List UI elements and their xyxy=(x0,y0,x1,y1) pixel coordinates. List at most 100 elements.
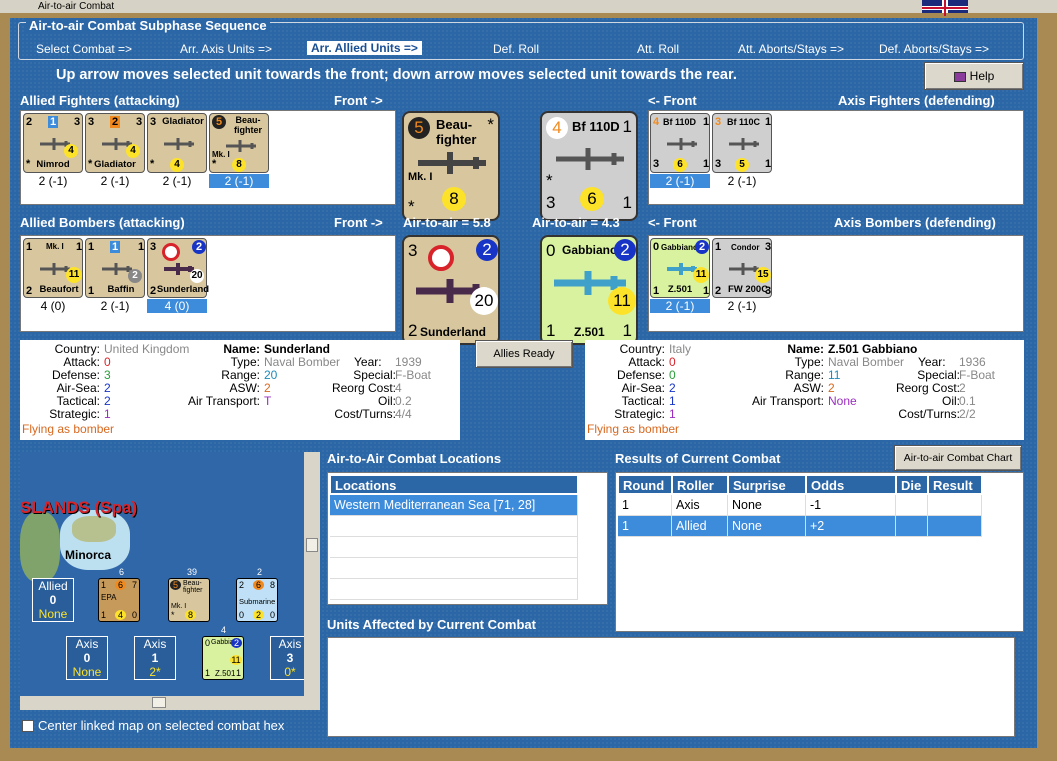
axis-stack[interactable]: Axis 0 None xyxy=(66,636,108,680)
scroll-thumb[interactable] xyxy=(152,697,166,708)
island-shape xyxy=(20,512,60,582)
results-cell: Allied xyxy=(672,516,728,537)
info-value: 4 xyxy=(395,381,402,395)
axis-fighter-chit[interactable]: 4 Bf 110D 1 3 6 1 xyxy=(650,113,710,173)
info-value: 2 xyxy=(264,381,271,395)
results-header: Die xyxy=(896,475,928,494)
stack-count: 3 xyxy=(286,651,294,665)
counter-stat: 8 xyxy=(269,580,275,590)
counter-value: 8 xyxy=(185,610,196,620)
allied-fighter-chit[interactable]: 3 2 3 4 * Gladiator xyxy=(85,113,145,173)
stack-label: Allied xyxy=(38,579,68,593)
chit-value: 8 xyxy=(232,158,246,172)
unit-strength: 2 (-1) xyxy=(38,174,68,188)
counter-stat: 1 xyxy=(101,610,107,620)
info-value: United Kingdom xyxy=(104,342,190,356)
counter-top: 4 xyxy=(221,625,227,635)
info-value: 1 xyxy=(669,407,676,421)
map-view[interactable]: SLANDS (Spa) Minorca Allied 0 None 6 1 6… xyxy=(20,452,305,696)
allied-bomber-chit[interactable]: 1 Mk. I 1 11 2 Beaufort xyxy=(23,238,83,298)
info-key: Name: xyxy=(223,342,260,356)
units-affected-list[interactable] xyxy=(327,637,1015,737)
big-star: * xyxy=(408,197,415,216)
air-to-air-chart-button[interactable]: Air-to-air Combat Chart xyxy=(894,445,1022,471)
chit-name: Gladiator xyxy=(162,116,204,127)
chit-value: 4 xyxy=(126,144,140,158)
axis-bomber-chit[interactable]: 0 Gabbiano 2 11 1 1 Z.501 xyxy=(650,238,710,298)
chit-star: * xyxy=(150,158,155,170)
big-stat: 4 xyxy=(546,117,568,139)
selected-allied-bomber[interactable]: 3 2 20 2 Sunderland xyxy=(402,235,500,345)
center-linked-label: Center linked map on selected combat hex xyxy=(38,718,285,733)
results-cell xyxy=(896,516,928,537)
locations-table[interactable]: Locations Western Mediterranean Sea [71,… xyxy=(327,472,608,605)
unit-strength-selected: 4 (0) xyxy=(147,299,207,313)
info-key: Name: xyxy=(787,342,824,356)
map-counter[interactable]: 39 5 Beau- fighter Mk. I * 8 xyxy=(168,567,210,622)
results-table[interactable]: Round Roller Surprise Odds Die Result 1 … xyxy=(615,472,1024,632)
chit-name: Nimrod xyxy=(36,159,70,170)
map-vertical-scrollbar[interactable] xyxy=(304,452,320,696)
allied-fighters-front: Front -> xyxy=(334,93,383,108)
big-stat: 1 xyxy=(622,193,632,212)
info-value: 1939 xyxy=(395,355,422,369)
counter-stat: 2 xyxy=(231,638,242,648)
seq-step-def-roll: Def. Roll xyxy=(493,42,540,56)
map-counter[interactable]: 6 1 6 7 EPA 1 4 0 xyxy=(98,567,140,622)
info-key: Attack: xyxy=(63,355,100,369)
chit-stat: 3 xyxy=(765,241,772,253)
axis-stack[interactable]: Axis 3 0* xyxy=(270,636,305,680)
map-horizontal-scrollbar[interactable] xyxy=(20,696,320,710)
counter-top: 2 xyxy=(257,567,263,577)
chit-name: Gladiator xyxy=(94,159,136,170)
chit-stat: 3 xyxy=(88,116,95,128)
counter-stat: 2 xyxy=(239,580,245,590)
info-key: Air-Sea: xyxy=(56,381,100,395)
allied-bomber-chit[interactable]: 1 1 1 2 1 Baffin xyxy=(85,238,145,298)
map-counter[interactable]: 4 0 Gabbiano 2 11 1 Z.501 1 xyxy=(202,625,244,680)
allied-fighter-chit[interactable]: 5 Beau- fighter Mk. I 8 * xyxy=(209,113,269,173)
help-button[interactable]: Help xyxy=(924,62,1024,90)
counter-stat: 6 xyxy=(115,580,126,590)
info-value: Italy xyxy=(669,342,692,356)
chit-stat: 1 xyxy=(26,241,33,253)
location-row[interactable]: Western Mediterranean Sea [71, 28] xyxy=(330,495,578,516)
axis-bomber-chit[interactable]: 1 Condor 3 15 2 3 FW 200C xyxy=(712,238,772,298)
chit-name: Baffin xyxy=(107,284,135,295)
map-counter[interactable]: 2 2 6 8 Submarine 0 2 0 xyxy=(236,567,278,622)
center-linked-checkbox[interactable] xyxy=(22,720,34,732)
counter-top: 39 xyxy=(187,567,198,577)
allied-bomber-chit[interactable]: 3 2 20 2 Sunderland xyxy=(147,238,209,298)
allied-fighter-chit[interactable]: 2 1 3 4 * Nimrod xyxy=(23,113,83,173)
big-stat: 1 xyxy=(622,321,632,340)
selected-axis-bomber[interactable]: 0 Gabbiano 2 11 1 Z.501 1 xyxy=(540,235,638,345)
chit-stat: 1 xyxy=(76,241,83,253)
counter-top: 6 xyxy=(119,567,125,577)
scroll-thumb[interactable] xyxy=(306,538,318,552)
info-value: 2 xyxy=(959,381,966,395)
big-star: * xyxy=(487,115,494,134)
info-value: 2 xyxy=(828,381,835,395)
selected-axis-fighter[interactable]: 4 Bf 110D 1 * 3 6 1 xyxy=(540,111,638,221)
locations-header: Locations xyxy=(330,475,578,494)
counter-value: 4 xyxy=(115,610,126,620)
stack-count: 0 xyxy=(49,593,57,607)
info-value: F-Boat xyxy=(959,368,996,382)
counter-name: EPA xyxy=(101,593,117,602)
no-entry-icon xyxy=(162,243,180,261)
chit-name: Z.501 xyxy=(667,284,693,295)
big-stat: 2 xyxy=(476,239,498,261)
info-key: Defense: xyxy=(51,368,100,382)
allied-fighter-chit[interactable]: 3 Gladiator 4 * xyxy=(147,113,207,173)
seq-step-def-aborts: Def. Aborts/Stays => xyxy=(879,42,990,56)
chit-value: 2 xyxy=(128,269,142,283)
info-value: 1936 xyxy=(959,355,986,369)
axis-stack[interactable]: Axis 1 2* xyxy=(134,636,176,680)
big-stat: 0 xyxy=(546,241,556,260)
allied-stack[interactable]: Allied 0 None xyxy=(32,578,74,622)
location-row-empty xyxy=(330,579,578,600)
axis-fighter-chit[interactable]: 3 Bf 110C 1 3 5 1 xyxy=(712,113,772,173)
selected-allied-fighter[interactable]: 5 Beau- fighter * Mk. I * 8 xyxy=(402,111,500,221)
allies-ready-button[interactable]: Allies Ready xyxy=(475,340,573,368)
unit-strength-selected: 2 (-1) xyxy=(209,174,269,188)
